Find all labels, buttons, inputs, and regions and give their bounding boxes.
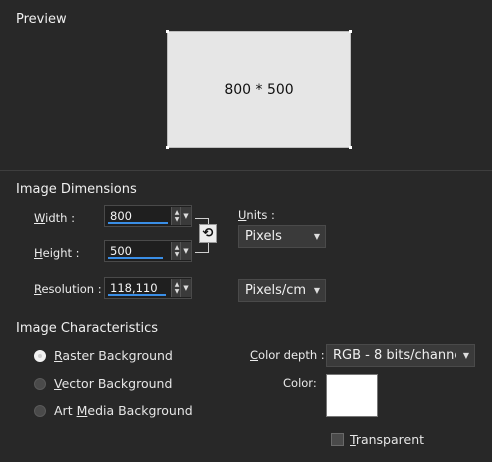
stepper-down-icon[interactable]: ▼	[175, 216, 180, 223]
units-selected-value: Pixels	[245, 229, 282, 244]
section-divider	[0, 170, 492, 171]
transparent-checkbox[interactable]	[331, 433, 344, 446]
color-depth-select[interactable]: RGB - 8 bits/channel ▼	[326, 344, 475, 367]
vector-background-radio[interactable]	[34, 378, 46, 390]
height-dropdown-arrow-icon[interactable]: ▼	[180, 242, 191, 260]
resolution-dropdown-arrow-icon[interactable]: ▼	[180, 279, 191, 297]
stepper-down-icon[interactable]: ▼	[175, 251, 180, 258]
width-value-underline	[108, 222, 168, 224]
chevron-down-icon: ▼	[313, 286, 320, 295]
resolution-label: Resolution :	[34, 282, 102, 296]
resolution-value-underline	[108, 294, 166, 296]
resolution-units-selected-value: Pixels/cm	[245, 283, 307, 298]
background-color-swatch[interactable]	[326, 374, 378, 417]
corner-handle	[166, 30, 169, 33]
resolution-units-select[interactable]: Pixels/cm ▼	[238, 279, 326, 302]
stepper-up-icon[interactable]: ▲	[175, 209, 180, 216]
vector-background-label[interactable]: Vector Background	[54, 376, 172, 391]
units-label: Units :	[238, 208, 275, 222]
height-value-underline	[108, 257, 163, 259]
resolution-value[interactable]: 118,110	[110, 281, 158, 295]
image-dimensions-title: Image Dimensions	[16, 182, 137, 197]
color-depth-label: Color depth :	[250, 348, 325, 362]
preview-title: Preview	[16, 12, 67, 27]
transparent-label[interactable]: Transparent	[350, 432, 424, 447]
color-depth-selected-value: RGB - 8 bits/channel	[333, 348, 456, 363]
lock-aspect-ratio-icon[interactable]: ⟲	[199, 224, 217, 243]
height-spinbox[interactable]: 500 ▲ ▼ ▼	[104, 240, 192, 262]
image-characteristics-title: Image Characteristics	[16, 321, 159, 336]
height-value[interactable]: 500	[110, 244, 132, 258]
color-label: Color:	[283, 376, 317, 390]
corner-handle	[166, 146, 169, 149]
width-spinbox[interactable]: 800 ▲ ▼ ▼	[104, 205, 192, 227]
stepper-up-icon[interactable]: ▲	[175, 281, 180, 288]
chevron-down-icon: ▼	[462, 351, 469, 360]
stepper-up-icon[interactable]: ▲	[175, 244, 180, 251]
units-select[interactable]: Pixels ▼	[238, 225, 326, 248]
resolution-spinbox[interactable]: 118,110 ▲ ▼ ▼	[104, 277, 192, 299]
raster-background-label[interactable]: Raster Background	[54, 348, 173, 363]
art-media-background-radio[interactable]	[34, 405, 46, 417]
width-dropdown-arrow-icon[interactable]: ▼	[180, 207, 191, 225]
width-value[interactable]: 800	[110, 209, 132, 223]
corner-handle	[349, 146, 352, 149]
width-label: Width :	[34, 211, 75, 225]
art-media-background-label[interactable]: Art Media Background	[54, 403, 193, 418]
corner-handle	[349, 30, 352, 33]
raster-background-radio[interactable]	[34, 350, 46, 362]
preview-size-text: 800 * 500	[224, 81, 294, 98]
height-label: Height :	[34, 246, 80, 260]
chevron-down-icon: ▼	[313, 232, 320, 241]
preview-canvas: 800 * 500	[166, 30, 352, 149]
stepper-down-icon[interactable]: ▼	[175, 288, 180, 295]
